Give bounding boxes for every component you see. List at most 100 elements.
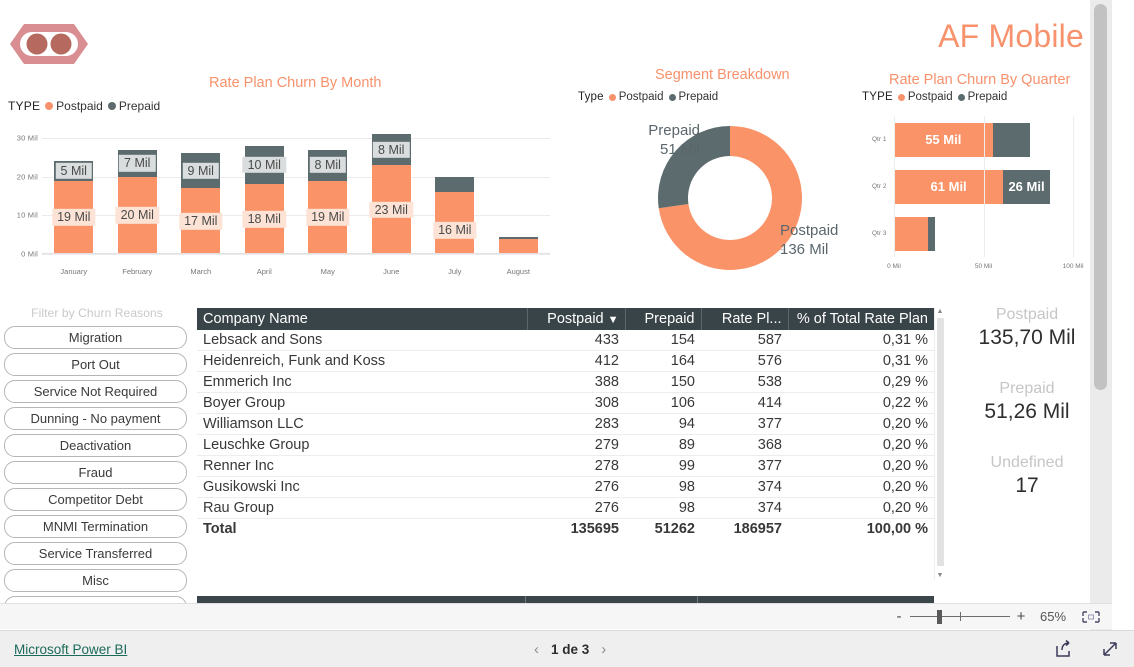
- table-horizontal-scrollbar[interactable]: [197, 596, 934, 603]
- previous-page-button[interactable]: ‹: [534, 641, 539, 658]
- microsoft-power-bi-link[interactable]: Microsoft Power BI: [14, 642, 127, 657]
- table-row[interactable]: Williamson LLC 283 94 377 0,20 %: [197, 413, 934, 435]
- zoom-slider[interactable]: [910, 609, 1010, 624]
- table-vertical-scrollbar[interactable]: ▲ ▼: [934, 308, 945, 580]
- x-tick-label: June: [383, 267, 400, 276]
- table-row[interactable]: Leuschke Group 279 89 368 0,20 %: [197, 434, 934, 456]
- table-row[interactable]: Lebsack and Sons 433 154 587 0,31 %: [197, 330, 934, 351]
- slicer-item-port-out[interactable]: Port Out: [4, 353, 187, 376]
- col-header-company-name[interactable]: Company Name: [197, 308, 528, 330]
- donut-legend-item-prepaid[interactable]: Prepaid: [668, 91, 718, 103]
- quarter-bar-prepaid[interactable]: 26 Mil: [1003, 169, 1050, 204]
- cell-rate-plan: 374: [701, 497, 788, 519]
- quarter-bar-postpaid[interactable]: [894, 216, 929, 251]
- legend-item-prepaid[interactable]: Prepaid: [107, 99, 160, 113]
- bar-segment-postpaid[interactable]: 19 Mil: [52, 180, 96, 254]
- quarter-row-qtr-2[interactable]: Qtr 2 61 Mil 26 Mil: [872, 169, 1091, 204]
- quarter-row-qtr-3[interactable]: Qtr 3: [872, 216, 1091, 251]
- next-page-button[interactable]: ›: [601, 641, 606, 658]
- cell-rate-plan: 377: [701, 455, 788, 477]
- table-row[interactable]: Renner Inc 278 99 377 0,20 %: [197, 455, 934, 477]
- slicer-item-competitor-debt[interactable]: Competitor Debt: [4, 488, 187, 511]
- bar-segment-postpaid[interactable]: 17 Mil: [179, 188, 223, 254]
- report-vertical-scrollbar[interactable]: [1090, 0, 1112, 630]
- table-row[interactable]: Emmerich Inc 388 150 538 0,29 %: [197, 371, 934, 393]
- col-header-postpaid[interactable]: Postpaid ▼: [527, 308, 626, 330]
- bar-segment-prepaid[interactable]: 8 Mil: [308, 149, 348, 181]
- slicer-item-service-transferred[interactable]: Service Transferred: [4, 542, 187, 565]
- slicer-item-misc[interactable]: Misc: [4, 569, 187, 592]
- bar-segment-postpaid[interactable]: 18 Mil: [242, 184, 286, 254]
- column-april[interactable]: 10 Mil 18 Mil: [233, 138, 297, 254]
- bar-segment-prepaid[interactable]: 9 Mil: [181, 153, 221, 189]
- fullscreen-icon[interactable]: [1100, 639, 1120, 659]
- scroll-down-icon[interactable]: ▼: [937, 572, 944, 580]
- table-row[interactable]: Gusikowski Inc 276 98 374 0,20 %: [197, 476, 934, 498]
- table-row[interactable]: Heidenreich, Funk and Koss 412 164 576 0,31 …: [197, 350, 934, 372]
- slicer-item-deactivation[interactable]: Deactivation: [4, 434, 187, 457]
- scroll-up-icon[interactable]: ▲: [937, 308, 944, 316]
- bar-segment-prepaid[interactable]: 7 Mil: [117, 149, 157, 177]
- slicer-item-service-not-required[interactable]: Service Not Required: [4, 380, 187, 403]
- slicer-item-mnmi-termination[interactable]: MNMI Termination: [4, 515, 187, 538]
- col-header-prepaid[interactable]: Prepaid: [625, 308, 702, 330]
- column-june[interactable]: 8 Mil 23 Mil: [360, 134, 424, 254]
- zoom-slider-thumb[interactable]: [937, 609, 942, 624]
- bar-segment-postpaid[interactable]: 16 Mil: [433, 192, 477, 254]
- donut-chart-title: Segment Breakdown: [655, 67, 790, 83]
- slicer-item-dunning-no-payment[interactable]: Dunning - No payment: [4, 407, 187, 430]
- gridline: [42, 254, 550, 255]
- quarter-bar-postpaid[interactable]: 61 Mil: [894, 169, 1004, 204]
- col-header-pct-total-rate-plan[interactable]: % of Total Rate Plan: [788, 308, 934, 330]
- bar-segment-prepaid[interactable]: [435, 176, 475, 193]
- column-may[interactable]: 8 Mil 19 Mil: [296, 138, 360, 254]
- table-scroll-thumb[interactable]: [936, 318, 944, 566]
- quarter-row-qtr-1[interactable]: Qtr 1 55 Mil: [872, 122, 1091, 157]
- column-february[interactable]: 7 Mil 20 Mil: [106, 138, 170, 254]
- kpi-label-postpaid: Postpaid: [995, 306, 1059, 323]
- legend-item-postpaid[interactable]: Postpaid: [45, 99, 103, 113]
- zoom-in-button[interactable]: +: [1012, 608, 1030, 625]
- cell-prepaid: 106: [625, 392, 701, 414]
- churn-reasons-slicer[interactable]: Filter by Churn Reasons Migration Port Ou…: [2, 306, 192, 606]
- bar-segment-postpaid[interactable]: 23 Mil: [369, 165, 413, 254]
- slicer-item-migration[interactable]: Migration: [4, 326, 187, 349]
- share-icon[interactable]: [1054, 639, 1074, 659]
- rate-plan-churn-by-quarter-chart[interactable]: Qtr 1 55 Mil Qtr 2 61 Mil 26 Mil Qtr 3 0 Mil 5…: [872, 112, 1097, 277]
- column-march[interactable]: 9 Mil 17 Mil: [169, 138, 233, 254]
- column-january[interactable]: 5 Mil 19 Mil: [42, 138, 106, 254]
- report-scroll-thumb[interactable]: [1094, 4, 1107, 390]
- bar-segment-prepaid[interactable]: 5 Mil: [54, 161, 94, 181]
- gridline: [983, 116, 985, 257]
- table-row[interactable]: Boyer Group 308 106 414 0,22 %: [197, 392, 934, 414]
- company-table[interactable]: Company Name Postpaid ▼ Prepaid Rate Pl..…: [197, 308, 945, 604]
- fit-to-page-icon[interactable]: [1080, 609, 1102, 625]
- column-chart-legend: TYPE Postpaid Prepaid: [8, 99, 160, 113]
- table-row[interactable]: Rau Group 276 98 374 0,20 %: [197, 497, 934, 519]
- quarter-bar-prepaid[interactable]: [928, 216, 936, 251]
- total-pct: 100,00 %: [788, 518, 934, 539]
- slicer-item-fraud[interactable]: Fraud: [4, 461, 187, 484]
- segment-breakdown-chart[interactable]: Prepaid 51 Mil Postpaid 136 Mil: [585, 110, 875, 285]
- bar-label-prepaid: 5 Mil: [55, 162, 92, 180]
- cell-postpaid: 276: [527, 497, 625, 519]
- zoom-out-button[interactable]: -: [890, 608, 908, 625]
- bar-segment-postpaid[interactable]: [498, 238, 538, 254]
- total-prepaid: 51262: [625, 518, 701, 539]
- quarter-legend-item-prepaid[interactable]: Prepaid: [957, 91, 1007, 103]
- bar-label-prepaid: 8 Mil: [373, 141, 410, 158]
- column-july[interactable]: 16 Mil: [423, 138, 487, 254]
- quarter-bar-postpaid[interactable]: 55 Mil: [894, 122, 993, 157]
- col-header-rate-plan[interactable]: Rate Pl...: [701, 308, 789, 330]
- bar-segment-postpaid[interactable]: 19 Mil: [306, 180, 350, 254]
- kpi-card-prepaid: Prepaid 51,26 Mil: [952, 380, 1102, 424]
- column-august[interactable]: [487, 138, 551, 254]
- donut-legend-item-postpaid[interactable]: Postpaid: [608, 91, 664, 103]
- bar-segment-postpaid[interactable]: 20 Mil: [115, 176, 159, 254]
- cell-pct-total: 0,31 %: [788, 330, 934, 351]
- bar-segment-prepaid[interactable]: 10 Mil: [242, 145, 286, 185]
- rate-plan-churn-by-month-chart[interactable]: 0 Mil 10 Mil 20 Mil 30 Mil 5 Mil 19 Mil 7 Mil 2…: [0, 130, 560, 280]
- bar-segment-prepaid[interactable]: 8 Mil: [371, 134, 411, 166]
- quarter-bar-prepaid[interactable]: [992, 122, 1031, 157]
- quarter-legend-item-postpaid[interactable]: Postpaid: [897, 91, 953, 103]
